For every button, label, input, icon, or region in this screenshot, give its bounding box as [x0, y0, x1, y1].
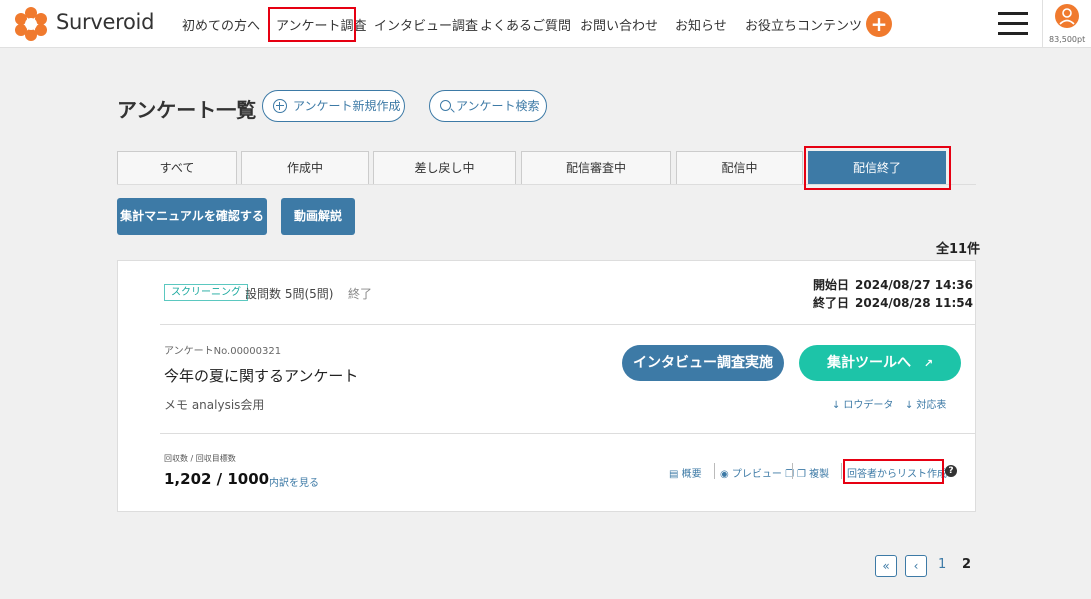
- duplicate-link[interactable]: ❐ 複製: [797, 465, 829, 480]
- nav-interview[interactable]: インタビュー調査: [374, 15, 478, 34]
- help-icon[interactable]: ?: [945, 465, 957, 477]
- status-badge: 終了: [348, 287, 373, 301]
- end-date-label: 終了日: [813, 296, 850, 310]
- logo-text[interactable]: Surveroid: [56, 10, 154, 34]
- page-title: アンケート一覧: [117, 98, 257, 122]
- link-divider: [841, 463, 842, 479]
- start-date-label: 開始日: [813, 278, 850, 292]
- preview-link[interactable]: ◉ プレビュー ❐: [720, 465, 794, 480]
- nav-first-time[interactable]: 初めての方へ: [182, 15, 260, 34]
- preview-label: プレビュー: [731, 469, 782, 480]
- surveroid-logo-icon[interactable]: [14, 7, 48, 41]
- document-icon: ▤: [669, 469, 679, 480]
- new-survey-button[interactable]: アンケート新規作成: [262, 90, 405, 122]
- download-raw-data-link[interactable]: ロウデータ: [832, 396, 893, 411]
- create-list-highlight: [843, 459, 944, 484]
- first-page-button[interactable]: «: [875, 555, 897, 577]
- duplicate-icon: ❐: [797, 469, 806, 480]
- aggregate-tool-label: 集計ツールへ: [826, 355, 911, 371]
- card-divider-bottom: [160, 433, 975, 434]
- nav-news[interactable]: お知らせ: [675, 15, 727, 34]
- external-link-icon: ↗: [923, 357, 934, 370]
- tab-delivering[interactable]: 配信中: [676, 151, 803, 185]
- nav-useful-content[interactable]: お役立ちコンテンツ: [745, 15, 862, 34]
- aggregate-tool-button[interactable]: 集計ツールへ ↗: [799, 345, 961, 381]
- page-1-link[interactable]: 1: [938, 557, 946, 572]
- breakdown-link[interactable]: 内訳を見る: [269, 474, 319, 489]
- card-divider-top: [160, 324, 975, 325]
- search-survey-label: アンケート検索: [456, 99, 540, 113]
- end-date: 終了日 2024/08/28 11:54: [813, 294, 973, 311]
- tab-returned[interactable]: 差し戻し中: [373, 151, 516, 185]
- nav-faq[interactable]: よくあるご質問: [480, 15, 571, 34]
- page-2-current: 2: [962, 557, 972, 572]
- user-avatar-icon[interactable]: [1055, 4, 1079, 28]
- eye-icon: ◉: [720, 469, 729, 480]
- total-count: 全11件: [936, 242, 981, 257]
- screening-tag: スクリーニング: [164, 284, 248, 301]
- menu-icon[interactable]: [998, 12, 1028, 36]
- survey-title: 今年の夏に関するアンケート: [164, 367, 359, 385]
- start-date: 開始日 2024/08/27 14:36: [813, 276, 973, 293]
- question-count: 設問数 5問(5問): [245, 287, 334, 301]
- plus-circle-icon: [273, 99, 287, 113]
- link-divider: [714, 463, 715, 479]
- top-header: Surveroid 初めての方へ アンケート調査 インタビュー調査 よくあるご質…: [0, 0, 1091, 48]
- start-date-value: 2024/08/27 14:36: [855, 278, 973, 292]
- end-date-value: 2024/08/28 11:54: [855, 296, 973, 310]
- download-mapping-table-link[interactable]: 対応表: [905, 396, 946, 411]
- duplicate-label: 複製: [809, 469, 830, 480]
- interview-survey-button[interactable]: インタビュー調査実施: [622, 345, 784, 381]
- tab-under-review[interactable]: 配信審査中: [521, 151, 671, 185]
- overview-link[interactable]: ▤ 概要: [669, 465, 702, 480]
- new-survey-label: アンケート新規作成: [293, 99, 401, 113]
- search-icon: [440, 100, 451, 111]
- tab-all[interactable]: すべて: [117, 151, 237, 185]
- responses-label: 回収数 / 回収目標数: [164, 454, 236, 463]
- user-area[interactable]: 83,500pt: [1042, 0, 1091, 48]
- video-guide-button[interactable]: 動画解説: [281, 198, 355, 235]
- nav-survey-highlight: [268, 7, 356, 42]
- overview-label: 概要: [681, 469, 702, 480]
- survey-number: アンケートNo.00000321: [164, 346, 282, 357]
- responses-value: 1,202 / 1000: [164, 470, 270, 488]
- link-divider: [792, 463, 793, 479]
- survey-memo: メモ analysis会用: [164, 398, 265, 412]
- points-balance: 83,500pt: [1049, 35, 1086, 44]
- nav-contact[interactable]: お問い合わせ: [580, 15, 658, 34]
- search-survey-button[interactable]: アンケート検索: [429, 90, 547, 122]
- aggregate-manual-button[interactable]: 集計マニュアルを確認する: [117, 198, 267, 235]
- tab-delivery-ended-highlight: [804, 146, 951, 190]
- plus-button[interactable]: +: [866, 11, 892, 37]
- prev-page-button[interactable]: ‹: [905, 555, 927, 577]
- tab-draft[interactable]: 作成中: [241, 151, 369, 185]
